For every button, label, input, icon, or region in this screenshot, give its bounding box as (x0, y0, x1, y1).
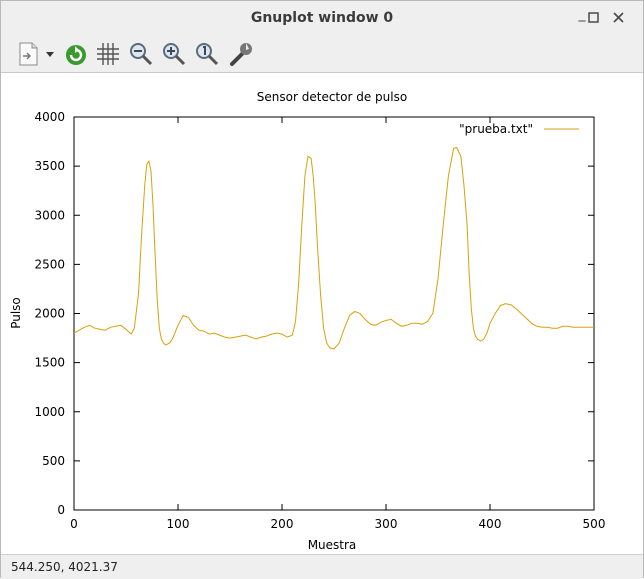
plot-frame (73, 116, 595, 511)
pulse-chart[interactable]: Sensor detector de pulso 050010001500200… (1, 73, 643, 553)
zoom-reset-button[interactable] (193, 40, 221, 68)
y-tick-label: 500 (42, 454, 65, 468)
zoom-in-button[interactable] (160, 40, 188, 68)
zoom-out-button[interactable] (127, 40, 155, 68)
x-tick-label: 0 (70, 517, 78, 531)
cursor-coordinates: 544.250, 4021.37 (11, 560, 118, 574)
export-button[interactable] (15, 40, 57, 68)
y-tick-label: 1000 (34, 405, 65, 419)
wrench-icon (230, 43, 252, 66)
replot-button[interactable] (62, 40, 90, 68)
title-bar[interactable]: Gnuplot window 0 _ (1, 1, 643, 36)
y-tick-label: 3000 (34, 208, 65, 222)
y-tick-label: 1500 (34, 356, 65, 370)
legend: "prueba.txt" (459, 122, 579, 136)
series-line-prueba (73, 146, 594, 350)
gnuplot-window: Gnuplot window 0 _ Sensor detector de pu… (0, 0, 644, 579)
x-axis-label: Muestra (308, 538, 357, 552)
status-bar: 544.250, 4021.37 (1, 554, 643, 579)
zoom-reset-icon (196, 43, 219, 66)
toolbar (1, 36, 643, 73)
y-tick-label: 4000 (34, 110, 65, 124)
maximize-icon (588, 12, 599, 23)
x-tick-label: 200 (271, 517, 294, 531)
x-tick-label: 400 (479, 517, 502, 531)
plot-area[interactable]: Sensor detector de pulso 0 500 1000 1500 200… (1, 73, 643, 553)
close-icon (613, 12, 624, 23)
zoom-in-icon (163, 43, 186, 66)
y-axis-label: Pulso (9, 297, 23, 329)
grid-icon (97, 43, 119, 65)
zoom-out-icon (130, 43, 153, 66)
maximize-button[interactable] (585, 9, 603, 27)
x-tick-label: 500 (583, 517, 606, 531)
x-axis-ticks: 0 100 200 300 400 500 (70, 117, 605, 531)
x-tick-label: 100 (167, 517, 190, 531)
settings-button[interactable] (227, 40, 255, 68)
window-title: Gnuplot window 0 (250, 10, 394, 26)
y-tick-label: 2000 (34, 307, 65, 321)
chart-title: Sensor detector de pulso (257, 90, 407, 104)
legend-label: "prueba.txt" (459, 122, 533, 136)
y-axis-ticks: 0 500 1000 1500 2000 2500 3000 3500 4000 (34, 110, 594, 517)
y-tick-label: 0 (57, 503, 65, 517)
y-tick-label: 3500 (34, 159, 65, 173)
document-export-icon (19, 42, 54, 66)
close-button[interactable] (610, 9, 628, 27)
x-tick-label: 300 (375, 517, 398, 531)
grid-button[interactable] (94, 40, 122, 68)
y-tick-label: 2500 (34, 257, 65, 271)
refresh-icon (66, 45, 86, 65)
